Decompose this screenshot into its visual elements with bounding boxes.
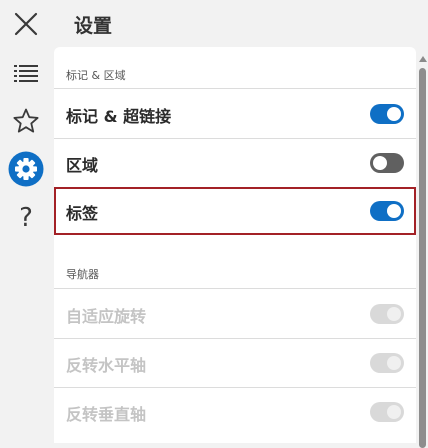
- help-button[interactable]: ?: [6, 200, 46, 236]
- setting-label: 反转水平轴: [66, 356, 147, 375]
- settings-button[interactable]: [6, 151, 46, 187]
- setting-label: 区域: [66, 156, 99, 175]
- toggle-knob: [387, 307, 401, 321]
- setting-row-markers-hyperlinks[interactable]: 标记 & 超链接: [54, 90, 416, 138]
- setting-label: 反转垂直轴: [66, 405, 147, 424]
- adaptive-rotation-toggle: [370, 304, 404, 324]
- scrollbar-thumb[interactable]: [419, 68, 426, 448]
- section-header-markers: 标记 & 区域: [66, 69, 126, 82]
- settings-panel: 标记 & 区域 标记 & 超链接 区域 标签 导航器 自适应旋转 反转水平轴 反…: [54, 47, 416, 443]
- toggle-knob: [387, 204, 401, 218]
- setting-label: 自适应旋转: [66, 307, 147, 326]
- section-header-navigator: 导航器: [66, 268, 99, 281]
- gear-icon: [8, 151, 44, 187]
- setting-row-regions[interactable]: 区域: [54, 139, 416, 187]
- regions-toggle[interactable]: [370, 153, 404, 173]
- favorites-button[interactable]: [6, 103, 46, 139]
- markers-hyperlinks-toggle[interactable]: [370, 104, 404, 124]
- setting-row-invert-vertical: 反转垂直轴: [54, 388, 416, 436]
- setting-row-adaptive-rotation: 自适应旋转: [54, 290, 416, 338]
- divider: [54, 88, 416, 89]
- star-icon: [13, 108, 39, 133]
- setting-row-invert-horizontal: 反转水平轴: [54, 339, 416, 387]
- help-icon: ?: [19, 203, 33, 233]
- invert-horizontal-toggle: [370, 353, 404, 373]
- labels-toggle[interactable]: [370, 201, 404, 221]
- list-icon: [14, 65, 38, 82]
- toggle-knob: [387, 405, 401, 419]
- close-icon: [14, 12, 38, 36]
- close-button[interactable]: [6, 6, 46, 42]
- page-title: 设置: [74, 15, 113, 37]
- setting-label: 标签: [66, 204, 99, 223]
- toggle-knob: [387, 107, 401, 121]
- list-button[interactable]: [6, 55, 46, 91]
- divider: [54, 288, 416, 289]
- scrollbar[interactable]: [418, 56, 427, 448]
- toggle-knob: [387, 356, 401, 370]
- invert-vertical-toggle: [370, 402, 404, 422]
- setting-row-labels[interactable]: 标签: [54, 187, 416, 235]
- scroll-up-arrow-icon[interactable]: [419, 56, 427, 62]
- icon-rail: ?: [0, 0, 52, 443]
- toggle-knob: [373, 156, 387, 170]
- setting-label: 标记 & 超链接: [66, 107, 172, 126]
